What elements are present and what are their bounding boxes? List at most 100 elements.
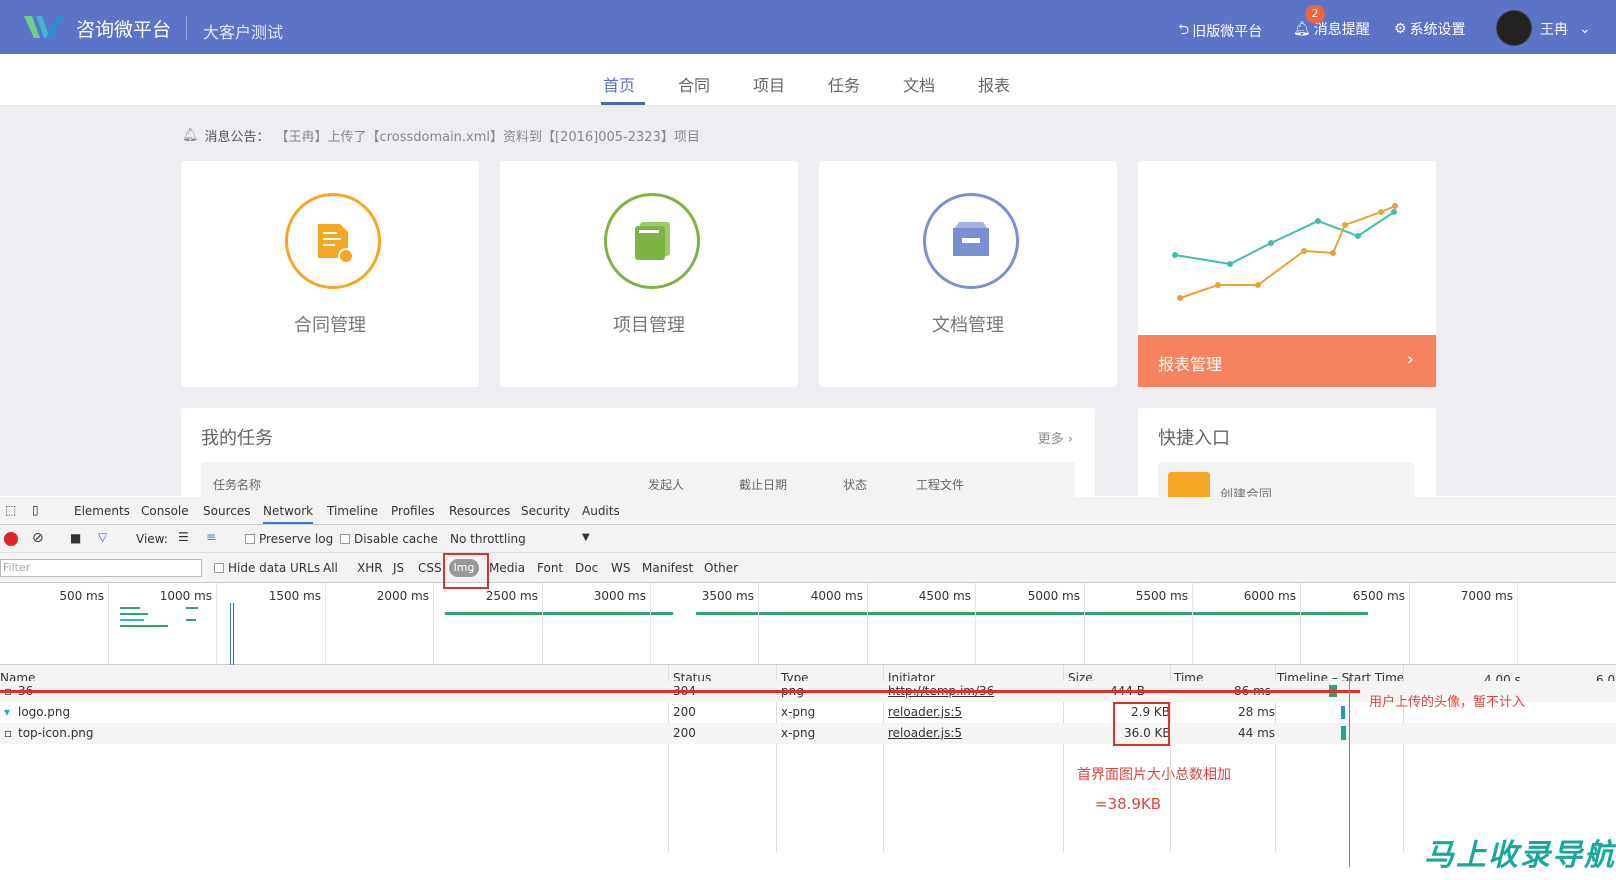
dom-content-loaded-marker <box>230 603 231 665</box>
filter-xhr[interactable]: XHR <box>357 561 383 575</box>
tab-resources[interactable]: Resources <box>449 504 510 518</box>
announcement-text[interactable]: 【王冉】上传了【crossdomain.xml】资料到【[2016]005-23… <box>276 126 700 145</box>
clear-icon[interactable]: ⊘ <box>32 530 44 546</box>
document-management-card[interactable]: 文档管理 <box>819 161 1117 387</box>
tab-contracts[interactable]: 合同 <box>678 72 710 96</box>
request-time: 44 ms <box>1238 726 1276 740</box>
avatar[interactable] <box>1496 10 1532 46</box>
tab-network[interactable]: Network <box>263 504 314 524</box>
report-footer[interactable]: 报表管理 › <box>1138 335 1436 387</box>
chevron-right-icon: › <box>1067 432 1073 447</box>
overview-tick-label: 5500 ms <box>1135 589 1188 603</box>
notifications-link[interactable]: 🔔︎ 消息提醒 <box>1293 19 1370 39</box>
tab-home[interactable]: 首页 <box>603 72 635 96</box>
tab-security[interactable]: Security <box>521 504 570 518</box>
settings-label: 系统设置 <box>1409 22 1466 38</box>
inspect-element-icon[interactable]: ⬚ <box>5 503 16 517</box>
user-name: 王冉 <box>1540 22 1568 38</box>
strikethrough-annotation-line <box>0 690 1360 693</box>
waterfall-view-icon[interactable]: ≡ <box>206 530 216 544</box>
filter-ws[interactable]: WS <box>611 561 630 575</box>
request-initiator[interactable]: reloader.js:5 <box>888 705 962 719</box>
column-header[interactable]: 截止日期 <box>739 476 787 493</box>
disable-cache-checkbox[interactable]: Disable cache <box>340 532 438 546</box>
announcement-label: 消息公告： <box>204 130 270 145</box>
capture-screenshots-icon[interactable]: ■ <box>70 531 81 545</box>
request-type: x-png <box>781 705 816 719</box>
filter-css[interactable]: CSS <box>418 561 442 575</box>
my-tasks-panel: 我的任务 更多 › 任务名称 发起人 截止日期 状态 工程文件 <box>181 408 1095 508</box>
request-type: x-png <box>781 726 816 740</box>
tab-sources[interactable]: Sources <box>203 504 250 518</box>
quick-item-create-contract[interactable]: 创建合同 <box>1158 462 1414 503</box>
filter-font[interactable]: Font <box>537 561 563 575</box>
tab-profiles[interactable]: Profiles <box>391 504 435 518</box>
overview-gridline <box>1084 583 1085 665</box>
report-management-card[interactable]: 报表管理 › <box>1138 161 1436 387</box>
project-management-card[interactable]: 项目管理 <box>500 161 798 387</box>
device-mode-icon[interactable]: ▯ <box>32 503 39 517</box>
tab-reports[interactable]: 报表 <box>978 72 1010 96</box>
notification-count-badge: 2 <box>1305 5 1325 23</box>
large-rows-icon[interactable]: ☰ <box>178 530 189 544</box>
view-label: View: <box>136 532 168 546</box>
hide-data-urls-label: Hide data URLs <box>228 561 321 575</box>
quick-access-panel: 快捷入口 创建合同 <box>1138 408 1436 508</box>
preserve-log-checkbox[interactable]: Preserve log <box>245 532 333 546</box>
highlight-box-sizes <box>1113 702 1170 746</box>
request-name: top-icon.png <box>18 726 94 740</box>
filter-media[interactable]: Media <box>489 561 525 575</box>
dropdown-arrow-icon[interactable]: ▼ <box>582 532 590 543</box>
preserve-log-label: Preserve log <box>259 532 334 546</box>
overview-tick-label: 4000 ms <box>810 589 863 603</box>
watermark: 马上收录导航 <box>1424 838 1616 873</box>
main-nav: 首页 合同 项目 任务 文档 报表 <box>0 54 1616 106</box>
overview-tick-label: 5000 ms <box>1027 589 1080 603</box>
tab-elements[interactable]: Elements <box>74 504 130 518</box>
overview-gridline <box>542 583 543 665</box>
chevron-right-icon: › <box>1406 349 1414 370</box>
tab-audits[interactable]: Audits <box>582 504 620 518</box>
column-header[interactable]: 状态 <box>843 476 867 493</box>
tab-documents[interactable]: 文档 <box>903 72 935 96</box>
avatar-annotation: 用户上传的头像，暂不计入 <box>1369 695 1526 710</box>
tab-console[interactable]: Console <box>141 504 189 518</box>
sum-value-annotation: =38.9KB <box>1095 795 1162 813</box>
filter-input[interactable]: Filter <box>0 559 202 577</box>
overview-tick-label: 6500 ms <box>1352 589 1405 603</box>
tab-timeline[interactable]: Timeline <box>327 504 378 518</box>
filter-doc[interactable]: Doc <box>575 561 598 575</box>
overview-bar <box>120 607 140 609</box>
settings-link[interactable]: ⚙ 系统设置 <box>1394 19 1466 39</box>
request-initiator[interactable]: reloader.js:5 <box>888 726 962 740</box>
overview-gridline <box>975 583 976 665</box>
contract-management-card[interactable]: 合同管理 <box>181 161 479 387</box>
column-header[interactable]: 任务名称 <box>213 476 261 493</box>
filter-all[interactable]: All <box>323 561 338 575</box>
overview-gridline <box>1300 583 1301 665</box>
overview-gridline <box>1409 583 1410 665</box>
filter-manifest[interactable]: Manifest <box>642 561 693 575</box>
more-link[interactable]: 更多 › <box>1038 428 1073 447</box>
column-header[interactable]: 工程文件 <box>916 476 964 493</box>
overview-tick-label: 2000 ms <box>376 589 429 603</box>
tab-projects[interactable]: 项目 <box>753 72 785 96</box>
overview-bar <box>696 612 1368 615</box>
record-icon[interactable] <box>4 532 18 546</box>
throttling-select[interactable]: No throttling <box>450 532 526 546</box>
brand-separator <box>186 16 187 40</box>
sum-annotation: 首界面图片大小总数相加 <box>1077 767 1231 783</box>
overview-bar <box>120 613 148 615</box>
task-table-header: 任务名称 发起人 截止日期 状态 工程文件 <box>201 462 1075 502</box>
hide-data-urls-checkbox[interactable]: Hide data URLs <box>214 561 320 575</box>
old-platform-link[interactable]: ⮌ 旧版微平台 <box>1178 19 1262 43</box>
bell-icon: 🔔︎ <box>1293 21 1311 37</box>
user-menu[interactable]: 王冉 ⌄ <box>1540 19 1591 39</box>
filter-js[interactable]: JS <box>393 561 404 575</box>
tab-tasks[interactable]: 任务 <box>828 72 860 96</box>
filter-other[interactable]: Other <box>704 561 738 575</box>
network-overview[interactable]: 500 ms 1000 ms 1500 ms 2000 ms 2500 ms 3000 m… <box>0 583 1616 665</box>
request-row[interactable]: ▫ top-icon.png 200 x-png reloader.js:5 3… <box>0 723 1616 744</box>
filter-icon[interactable]: ▽ <box>98 530 107 544</box>
column-header[interactable]: 发起人 <box>648 476 684 493</box>
